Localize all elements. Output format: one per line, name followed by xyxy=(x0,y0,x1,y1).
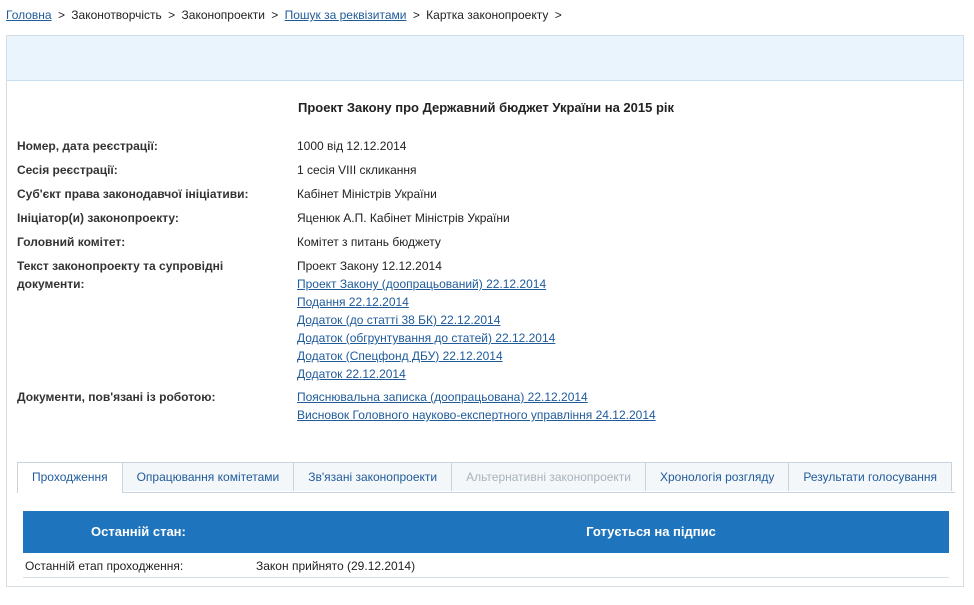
tab-committees[interactable]: Опрацювання комітетами xyxy=(121,462,295,491)
bill-title: Проект Закону про Державний бюджет Украї… xyxy=(297,100,675,115)
tab-alternative-bills: Альтернативні законопроекти xyxy=(451,462,646,491)
doc-link[interactable]: Додаток (Спецфонд ДБУ) 22.12.2014 xyxy=(297,349,503,363)
field-label-line: документи: xyxy=(17,277,85,291)
field-label: Суб'єкт права законодавчої ініціативи: xyxy=(17,187,249,201)
field-label: Текст законопроекту та супровідні докуме… xyxy=(17,257,257,293)
doc-link[interactable]: Додаток (до статті 38 БК) 22.12.2014 xyxy=(297,313,500,327)
breadcrumb-home-link[interactable]: Головна xyxy=(6,8,52,22)
field-label: Документи, пов'язані із роботою: xyxy=(17,390,216,404)
field-value: Комітет з питань бюджету xyxy=(297,235,441,249)
last-stage-label: Останній етап проходження: xyxy=(25,559,184,573)
breadcrumb-item-bills: Законопроекти xyxy=(181,8,265,22)
tab-voting-results[interactable]: Результати голосування xyxy=(788,462,953,491)
breadcrumb-separator: > xyxy=(57,8,65,22)
field-value: 1000 від 12.12.2014 xyxy=(297,139,407,153)
doc-plain: Проект Закону 12.12.2014 xyxy=(297,259,442,273)
breadcrumb-item-card: Картка законопроекту xyxy=(426,8,549,22)
breadcrumb-separator: > xyxy=(271,8,279,22)
tab-passage[interactable]: Проходження xyxy=(17,462,123,493)
last-stage-row: Останній етап проходження: Закон прийнят… xyxy=(23,553,949,578)
related-doc-link[interactable]: Пояснювальна записка (доопрацьована) 22.… xyxy=(297,390,588,404)
last-state-value: Готується на підпис xyxy=(586,524,716,539)
last-state-bar: Останній стан: Готується на підпис xyxy=(23,511,949,553)
tab-related-bills[interactable]: Зв'язані законопроекти xyxy=(293,462,453,491)
doc-link[interactable]: Проект Закону (доопрацьований) 22.12.201… xyxy=(297,277,546,291)
breadcrumb-separator: > xyxy=(554,8,562,22)
tab-chronology[interactable]: Хронологія розгляду xyxy=(645,462,790,491)
field-label: Номер, дата реєстрації: xyxy=(17,139,158,153)
field-label-line: Текст законопроекту та супровідні xyxy=(17,259,224,273)
last-stage-value: Закон прийнято (29.12.2014) xyxy=(256,559,416,573)
doc-link[interactable]: Додаток 22.12.2014 xyxy=(297,367,406,381)
doc-link[interactable]: Подання 22.12.2014 xyxy=(297,295,409,309)
breadcrumb-separator: > xyxy=(412,8,420,22)
field-value: Яценюк А.П. Кабінет Міністрів України xyxy=(297,211,510,225)
panel-header xyxy=(7,36,963,81)
doc-link[interactable]: Додаток (обгрунтування до статей) 22.12.… xyxy=(297,331,555,345)
breadcrumb-search-link[interactable]: Пошук за реквізитами xyxy=(285,8,407,22)
field-value: 1 сесія VIII скликання xyxy=(297,163,417,177)
breadcrumb-item-lawmaking: Законотворчість xyxy=(71,8,162,22)
breadcrumb: Головна > Законотворчість > Законопроект… xyxy=(6,8,565,22)
field-label: Головний комітет: xyxy=(17,235,126,249)
field-value: Кабінет Міністрів України xyxy=(297,187,437,201)
breadcrumb-separator: > xyxy=(168,8,176,22)
related-doc-link[interactable]: Висновок Головного науково-експертного у… xyxy=(297,408,656,422)
field-label: Ініціатор(и) законопроекту: xyxy=(17,211,179,225)
field-value: Пояснювальна записка (доопрацьована) 22.… xyxy=(297,388,656,424)
field-label: Сесія реєстрації: xyxy=(17,163,118,177)
tab-bar: Проходження Опрацювання комітетами Зв'яз… xyxy=(17,462,955,493)
bill-card-panel: Проект Закону про Державний бюджет Украї… xyxy=(6,35,964,587)
field-value: Проект Закону 12.12.2014 Проект Закону (… xyxy=(297,257,555,383)
